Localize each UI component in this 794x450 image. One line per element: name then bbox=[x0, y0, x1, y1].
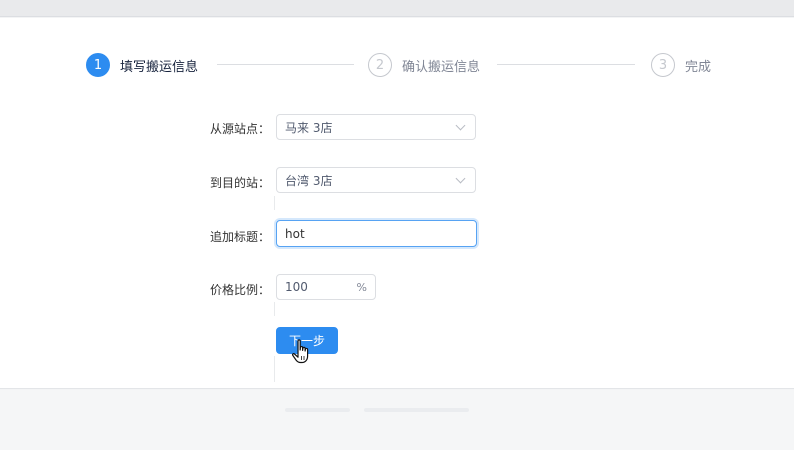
divider bbox=[274, 196, 275, 210]
price-ratio-label: 价格比例： bbox=[209, 283, 270, 297]
step-connector bbox=[217, 64, 354, 65]
faded-element bbox=[364, 408, 469, 412]
step-3: 3 完成 bbox=[651, 52, 711, 78]
step-label: 填写搬运信息 bbox=[120, 59, 199, 75]
step-1: 1 填写搬运信息 bbox=[86, 52, 198, 78]
step-connector bbox=[497, 64, 635, 65]
step-number: 2 bbox=[368, 53, 392, 77]
percent-suffix: % bbox=[356, 280, 367, 294]
step-2: 2 确认搬运信息 bbox=[368, 52, 480, 78]
target-site-label: 到目的站： bbox=[209, 176, 270, 190]
step-label: 完成 bbox=[685, 59, 712, 75]
divider bbox=[274, 302, 275, 316]
step-number: 1 bbox=[86, 53, 110, 77]
step-number: 3 bbox=[651, 53, 675, 77]
target-site-select[interactable]: 台湾 3店 bbox=[276, 167, 476, 193]
hand-pointer-icon bbox=[291, 339, 309, 364]
price-ratio-input[interactable]: 100 % bbox=[276, 274, 376, 300]
append-title-label: 追加标题： bbox=[209, 230, 270, 244]
top-bar bbox=[0, 0, 794, 17]
source-site-select[interactable]: 马来 3店 bbox=[276, 114, 476, 140]
faded-element bbox=[285, 408, 350, 412]
append-title-input[interactable] bbox=[276, 220, 477, 247]
chevron-down-icon bbox=[455, 121, 467, 133]
source-site-label: 从源站点： bbox=[209, 122, 270, 136]
step-label: 确认搬运信息 bbox=[402, 59, 481, 75]
chevron-down-icon bbox=[455, 174, 467, 186]
bottom-area bbox=[0, 390, 794, 450]
price-ratio-value: 100 bbox=[285, 280, 308, 294]
source-site-value: 马来 3店 bbox=[285, 120, 333, 135]
target-site-value: 台湾 3店 bbox=[285, 173, 333, 188]
divider bbox=[274, 356, 275, 382]
